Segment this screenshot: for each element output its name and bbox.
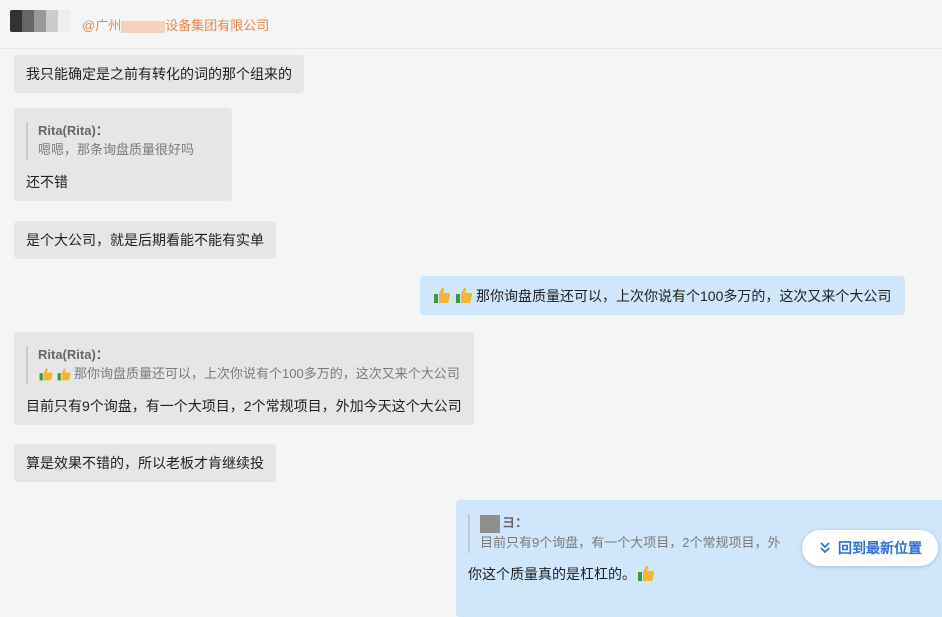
message-bubble[interactable]: 是个大公司，就是后期看能不能有实单	[14, 221, 276, 259]
message-bubble[interactable]: 算是效果不错的，所以老板才肯继续投	[14, 444, 276, 482]
message-bubble-quoted[interactable]: Rita(Rita)： 嗯嗯，那条询盘质量很好吗 还不错	[14, 108, 232, 201]
thumbs-up-icon	[638, 565, 655, 581]
quote-author: ヨ：	[502, 515, 529, 530]
quote-block[interactable]: Rita(Rita)： 那你询盘质量还可以，上次你说有个100多万的，这次又来个…	[26, 346, 462, 384]
quote-text: 那你询盘质量还可以，上次你说有个100多万的，这次又来个大公司	[74, 366, 460, 381]
redacted-name	[121, 20, 166, 33]
quote-author: Rita(Rita)：	[38, 123, 109, 138]
message-text: 你这个质量真的是杠杠的。	[468, 565, 636, 582]
back-to-latest-label: 回到最新位置	[838, 540, 922, 556]
thumbs-up-icon	[57, 368, 71, 381]
redacted-avatar	[480, 514, 500, 533]
message-bubble-outgoing[interactable]: 那你询盘质量还可以，上次你说有个100多万的，这次又来个大公司	[420, 276, 906, 315]
message-text: 目前只有9个询盘，有一个大项目，2个常规项目，外加今天这个大公司	[26, 398, 462, 414]
thumbs-up-icon	[434, 287, 451, 303]
mention-text[interactable]: @广州 设备集团有限公司	[82, 15, 269, 34]
message-bubble[interactable]: 我只能确定是之前有转化的词的那个组来的	[14, 55, 304, 93]
mention-suffix: 设备集团有限公司	[165, 18, 270, 33]
message-bubble-quoted[interactable]: Rita(Rita)： 那你询盘质量还可以，上次你说有个100多万的，这次又来个…	[14, 332, 474, 425]
message-text: 那你询盘质量还可以，上次你说有个100多万的，这次又来个大公司	[476, 288, 892, 304]
quote-text: 嗯嗯，那条询盘质量很好吗	[38, 142, 195, 157]
back-to-latest-button[interactable]: 回到最新位置	[802, 530, 938, 566]
message-text: 算是效果不错的，所以老板才肯继续投	[26, 455, 264, 471]
double-chevron-down-icon	[820, 542, 830, 554]
message-text: 还不错	[26, 174, 68, 190]
message-text: 是个大公司，就是后期看能不能有实单	[26, 232, 264, 248]
quote-text-container: 那你询盘质量还可以，上次你说有个100多万的，这次又来个大公司	[38, 364, 462, 384]
message-text: 我只能确定是之前有转化的词的那个组来的	[26, 66, 292, 82]
thumbs-up-icon	[456, 287, 473, 303]
quote-block[interactable]: Rita(Rita)： 嗯嗯，那条询盘质量很好吗	[26, 122, 220, 160]
mention-prefix: @广州	[82, 18, 122, 33]
quote-author: Rita(Rita)：	[38, 347, 109, 362]
thumbs-up-icon	[39, 368, 53, 381]
redacted-avatar	[10, 10, 70, 32]
chat-top-bar: @广州 设备集团有限公司	[0, 0, 942, 49]
